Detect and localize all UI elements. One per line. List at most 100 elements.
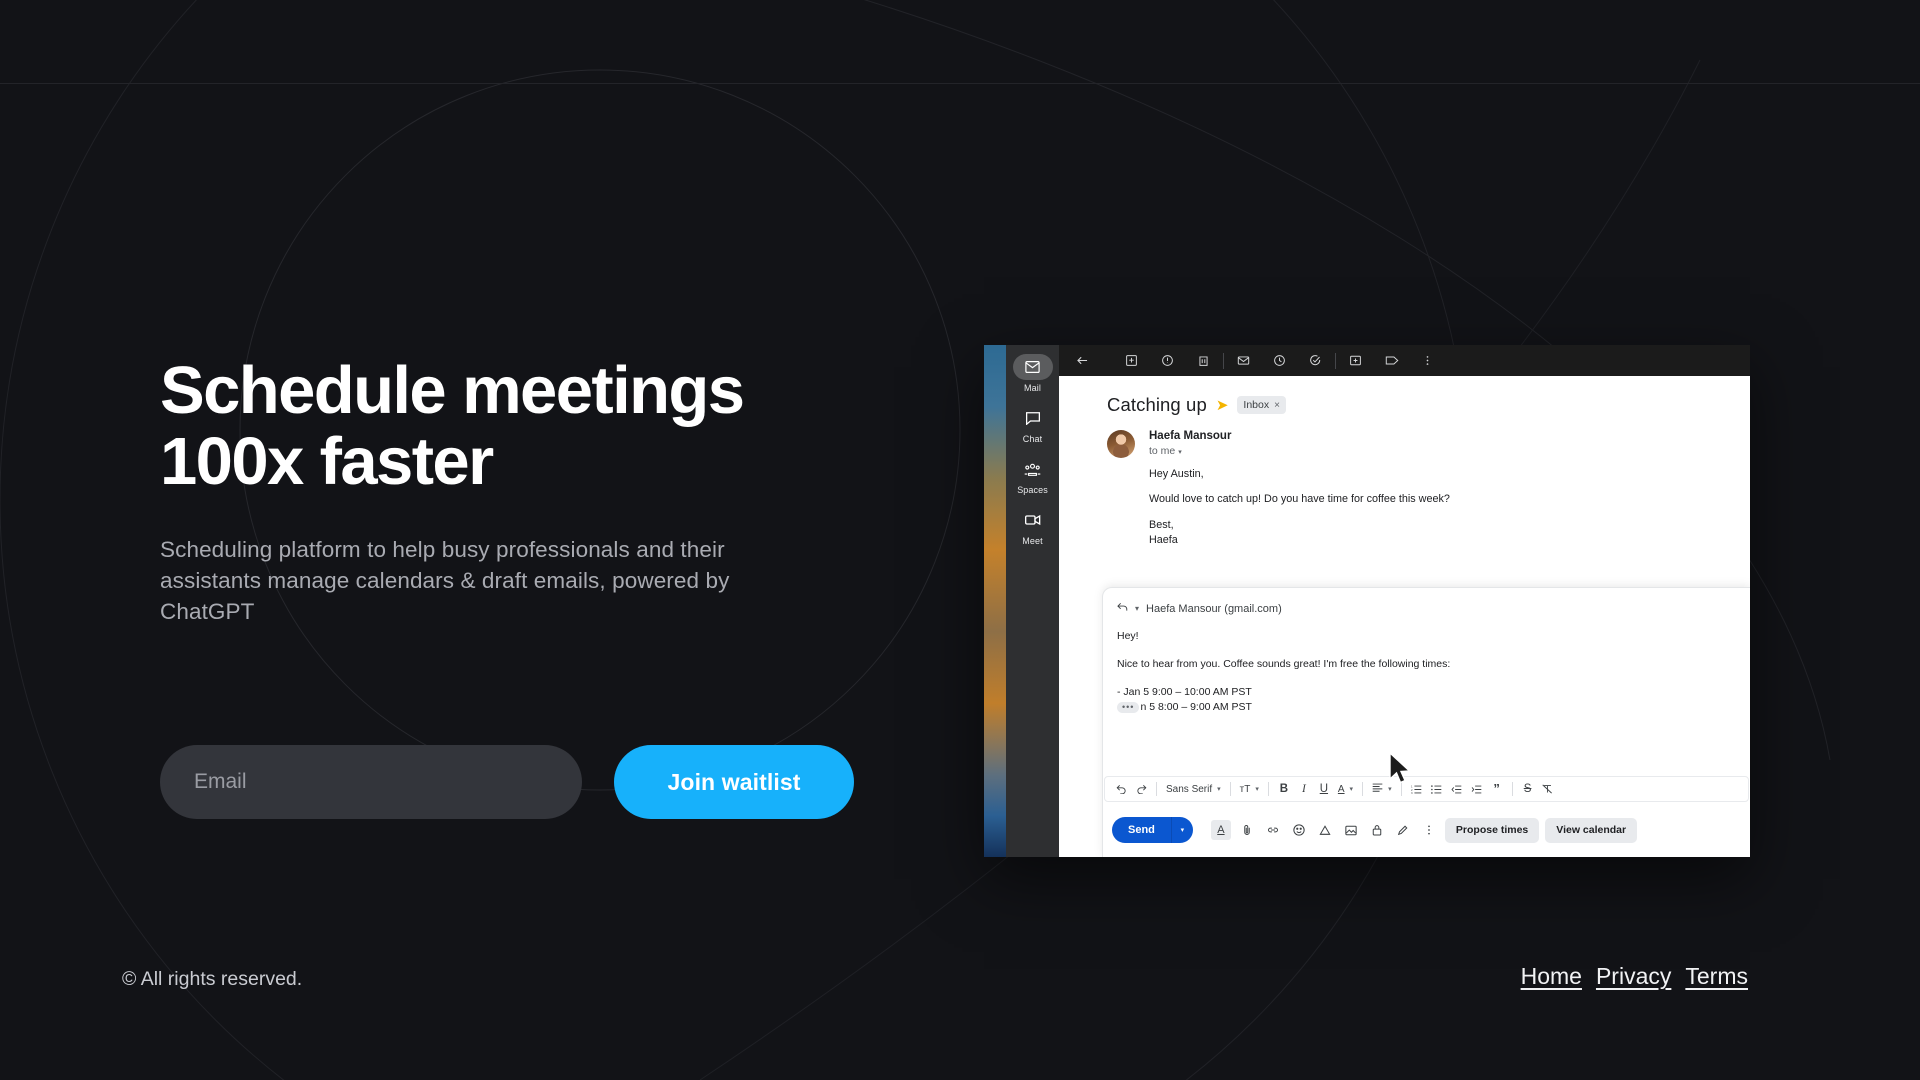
more-compose-options-icon[interactable] — [1419, 820, 1439, 840]
message-signoff: Best, — [1149, 518, 1174, 531]
hero-subtitle: Scheduling platform to help busy profess… — [160, 537, 730, 624]
add-to-tasks-icon[interactable] — [1302, 347, 1329, 374]
gmail-screenshot-mockup: Mail Chat Spaces Meet Catching up ➤ Inbo… — [984, 345, 1750, 857]
remove-formatting-icon[interactable] — [1539, 779, 1557, 799]
rail-item-spaces[interactable]: Spaces — [1006, 456, 1059, 495]
fmt-divider-2 — [1229, 782, 1231, 796]
view-calendar-button[interactable]: View calendar — [1545, 817, 1638, 843]
fmt-divider-5 — [1400, 782, 1402, 796]
footer-link-home[interactable]: Home — [1521, 963, 1582, 990]
send-button[interactable]: Send — [1112, 817, 1171, 843]
reply-options-chevron-icon[interactable]: ▾ — [1135, 604, 1139, 613]
align-icon — [1372, 783, 1383, 795]
toolbar-divider-2 — [1335, 352, 1336, 369]
insert-signature-icon[interactable] — [1393, 820, 1413, 840]
message-body: Hey Austin, Would love to catch up! Do y… — [1059, 458, 1750, 548]
gmail-rail-container: Mail Chat Spaces Meet — [984, 345, 1059, 857]
footer-link-privacy[interactable]: Privacy — [1596, 963, 1671, 990]
thread-subject-row: Catching up ➤ Inbox × — [1059, 376, 1750, 416]
toolbar-divider-1 — [1223, 352, 1224, 369]
compose-editor[interactable]: Hey! Nice to hear from you. Coffee sound… — [1103, 615, 1750, 716]
more-options-icon[interactable] — [1414, 347, 1441, 374]
font-size-select[interactable]: тT ▾ — [1237, 784, 1262, 795]
label-chip-remove-icon[interactable]: × — [1274, 400, 1280, 411]
quote-icon[interactable]: ” — [1488, 779, 1506, 799]
chat-icon — [1013, 405, 1053, 431]
chevron-down-icon: ▾ — [1349, 786, 1354, 793]
send-options-button[interactable]: ▾ — [1170, 817, 1193, 843]
formatting-toolbar: Sans Serif ▾ тT ▾ B I U A ▾ ▾ 1 2 3 ” S — [1104, 776, 1749, 802]
desktop-wallpaper-strip — [984, 345, 1006, 857]
compose-recipient[interactable]: Haefa Mansour (gmail.com) — [1146, 603, 1282, 615]
message-main-line: Would love to catch up! Do you have time… — [1149, 493, 1450, 506]
text-color-select[interactable]: A ▾ — [1335, 784, 1356, 795]
insert-link-icon[interactable] — [1263, 820, 1283, 840]
italic-icon[interactable]: I — [1295, 779, 1313, 799]
message-meta: Haefa Mansour to me ▾ — [1149, 430, 1231, 458]
back-icon[interactable] — [1069, 347, 1096, 374]
rail-label-meet: Meet — [1022, 536, 1043, 546]
google-apps-rail: Mail Chat Spaces Meet — [1006, 345, 1059, 857]
label-chip-inbox[interactable]: Inbox × — [1237, 396, 1286, 414]
mail-icon — [1012, 354, 1053, 380]
join-waitlist-button[interactable]: Join waitlist — [614, 745, 854, 819]
rail-label-mail: Mail — [1024, 383, 1041, 393]
chevron-down-icon[interactable]: ▾ — [1178, 449, 1182, 456]
rail-label-chat: Chat — [1022, 434, 1043, 444]
reply-icon[interactable] — [1117, 602, 1128, 615]
page-title: Schedule meetings 100x faster — [160, 355, 920, 497]
fmt-divider-1 — [1156, 782, 1157, 796]
message-recipient[interactable]: to me ▾ — [1149, 445, 1231, 457]
redo-icon[interactable] — [1132, 779, 1150, 799]
important-marker-icon[interactable]: ➤ — [1216, 398, 1229, 413]
archive-icon[interactable] — [1118, 347, 1145, 374]
recipient-text: to me — [1149, 445, 1176, 457]
snooze-icon[interactable] — [1266, 347, 1293, 374]
delete-icon[interactable] — [1190, 347, 1217, 374]
fmt-divider-3 — [1267, 782, 1269, 796]
label-chip-text: Inbox — [1243, 399, 1270, 411]
rail-item-chat[interactable]: Chat — [1006, 405, 1059, 444]
compose-greeting: Hey! — [1117, 630, 1139, 642]
gmail-main-panel: Catching up ➤ Inbox × Haefa Mansour to m… — [1059, 345, 1750, 857]
svg-text:2: 2 — [1411, 787, 1413, 791]
align-select[interactable]: ▾ — [1369, 783, 1395, 795]
bold-icon[interactable]: B — [1275, 779, 1293, 799]
numbered-list-icon[interactable]: 123 — [1408, 779, 1426, 799]
waitlist-form: Join waitlist — [160, 745, 854, 819]
rail-label-spaces: Spaces — [1017, 485, 1048, 495]
font-family-select[interactable]: Sans Serif ▾ — [1163, 784, 1224, 795]
report-spam-icon[interactable] — [1154, 347, 1181, 374]
attach-file-icon[interactable] — [1237, 820, 1257, 840]
strikethrough-icon[interactable]: S — [1519, 779, 1537, 799]
svg-text:1: 1 — [1411, 785, 1413, 788]
compose-intro: Nice to hear from you. Coffee sounds gre… — [1117, 657, 1451, 670]
svg-text:3: 3 — [1411, 790, 1413, 793]
underline-icon[interactable]: U — [1315, 779, 1333, 799]
rail-item-meet[interactable]: Meet — [1006, 507, 1059, 546]
insert-emoji-icon[interactable] — [1289, 820, 1309, 840]
labels-icon[interactable] — [1378, 347, 1405, 374]
text-color-icon: A — [1337, 783, 1345, 795]
bulleted-list-icon[interactable] — [1428, 779, 1446, 799]
propose-times-button[interactable]: Propose times — [1444, 817, 1540, 843]
compose-send-bar: Send ▾ A Propose times View calendar — [1103, 809, 1750, 851]
undo-icon[interactable] — [1112, 779, 1130, 799]
formatting-options-icon[interactable]: A — [1210, 820, 1231, 840]
indent-less-icon[interactable] — [1448, 779, 1466, 799]
compose-header: ▾ Haefa Mansour (gmail.com) — [1103, 588, 1750, 615]
mark-unread-icon[interactable] — [1230, 347, 1257, 374]
gmail-action-toolbar — [1059, 345, 1750, 376]
compose-time-option-2-row: ••• n 5 8:00 – 9:00 AM PST — [1117, 700, 1750, 716]
rail-item-mail[interactable]: Mail — [1006, 354, 1059, 393]
move-to-icon[interactable] — [1342, 347, 1369, 374]
hidden-content-ellipsis-icon[interactable]: ••• — [1117, 701, 1140, 714]
insert-photo-icon[interactable] — [1341, 820, 1361, 840]
confidential-mode-icon[interactable] — [1367, 820, 1387, 840]
insert-drive-icon[interactable] — [1315, 820, 1335, 840]
message-signature-name: Haefa — [1149, 534, 1178, 547]
email-input[interactable] — [160, 745, 582, 819]
footer-link-terms[interactable]: Terms — [1685, 963, 1748, 990]
top-bar — [0, 0, 1920, 84]
indent-more-icon[interactable] — [1468, 779, 1486, 799]
